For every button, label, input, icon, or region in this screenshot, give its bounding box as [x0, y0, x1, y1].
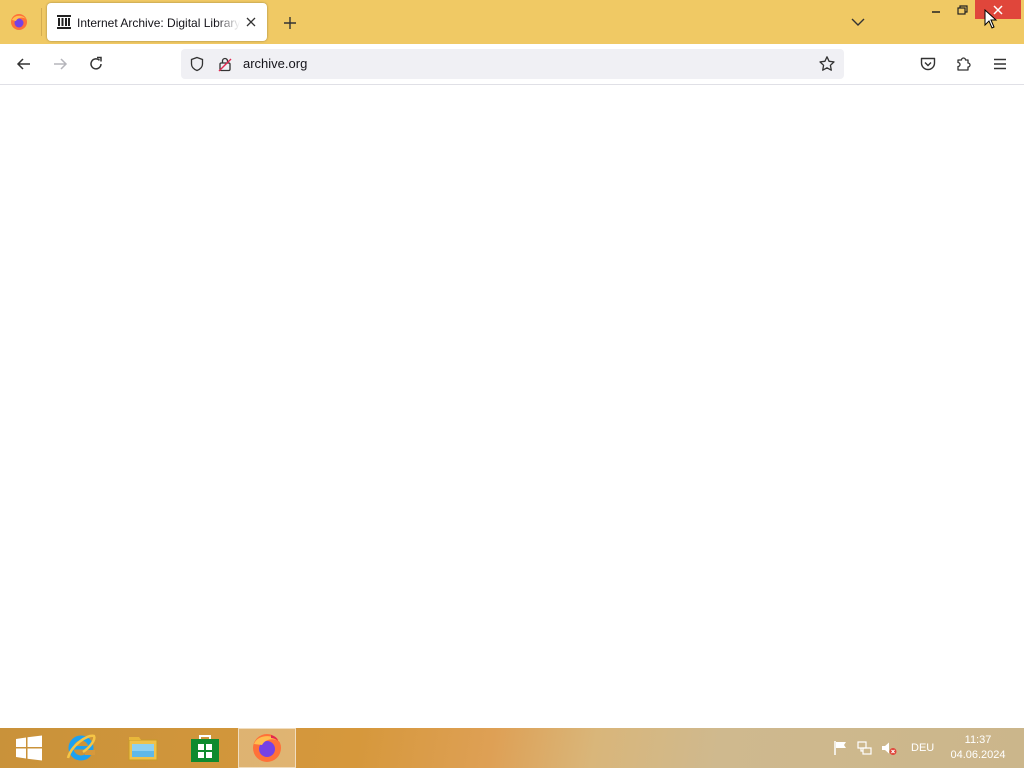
- puzzle-piece-icon: [957, 57, 971, 71]
- page-content-area[interactable]: [0, 85, 1024, 728]
- list-all-tabs-button[interactable]: [849, 14, 867, 30]
- taskbar-windows-store[interactable]: [176, 728, 234, 768]
- clock-time: 11:37: [964, 734, 992, 746]
- new-tab-button[interactable]: [281, 14, 299, 32]
- address-bar[interactable]: archive.org: [181, 49, 844, 79]
- internet-explorer-icon: [66, 734, 96, 761]
- windows-store-icon: [191, 735, 219, 762]
- browser-titlebar: Internet Archive: Digital Library of Fre…: [0, 0, 1024, 44]
- taskbar-firefox[interactable]: [238, 728, 296, 768]
- window-minimize-button[interactable]: [926, 2, 946, 20]
- windows-taskbar: DEU 11:37 04.06.2024: [0, 728, 1024, 768]
- url-text[interactable]: archive.org: [243, 56, 307, 72]
- windows-logo-icon: [16, 735, 42, 761]
- tab-close-button[interactable]: [243, 14, 259, 30]
- volume-muted-icon[interactable]: [881, 740, 897, 756]
- taskbar-internet-explorer[interactable]: [52, 728, 110, 768]
- tab-separator: [41, 8, 42, 36]
- window-close-button[interactable]: [975, 0, 1021, 19]
- forward-button[interactable]: [50, 54, 70, 74]
- window-restore-button[interactable]: [952, 2, 972, 20]
- navigation-toolbar: archive.org: [0, 44, 1024, 85]
- tab-title: Internet Archive: Digital Library of Fre…: [77, 16, 240, 30]
- file-explorer-icon: [128, 737, 158, 761]
- tab-internet-archive[interactable]: Internet Archive: Digital Library of Fre…: [47, 3, 267, 41]
- reload-button[interactable]: [86, 54, 106, 74]
- arrow-right-icon: [54, 58, 68, 70]
- pocket-icon: [920, 57, 936, 71]
- firefox-icon: [11, 14, 27, 30]
- taskbar-file-explorer[interactable]: [114, 728, 172, 768]
- hamburger-menu-icon: [994, 58, 1006, 70]
- mouse-cursor-icon: [984, 9, 998, 29]
- bookmark-star-icon[interactable]: [818, 55, 836, 73]
- back-button[interactable]: [14, 54, 34, 74]
- pocket-button[interactable]: [918, 54, 938, 74]
- archive-building-icon: [57, 15, 71, 29]
- network-icon[interactable]: [857, 740, 873, 756]
- reload-icon: [90, 56, 102, 70]
- extensions-button[interactable]: [954, 54, 974, 74]
- connection-lock-icon[interactable]: [217, 56, 233, 72]
- action-center-flag-icon[interactable]: [833, 740, 849, 756]
- close-icon: [246, 17, 256, 27]
- firefox-icon: [253, 734, 281, 762]
- application-menu-button[interactable]: [990, 54, 1010, 74]
- taskbar-clock[interactable]: 11:37 04.06.2024: [943, 733, 1013, 763]
- arrow-left-icon: [16, 58, 30, 70]
- input-language-indicator[interactable]: DEU: [911, 742, 934, 754]
- start-button[interactable]: [0, 728, 58, 768]
- tracking-protection-shield-icon[interactable]: [189, 56, 205, 72]
- firefox-view-button[interactable]: [6, 8, 32, 36]
- clock-date: 04.06.2024: [950, 749, 1006, 761]
